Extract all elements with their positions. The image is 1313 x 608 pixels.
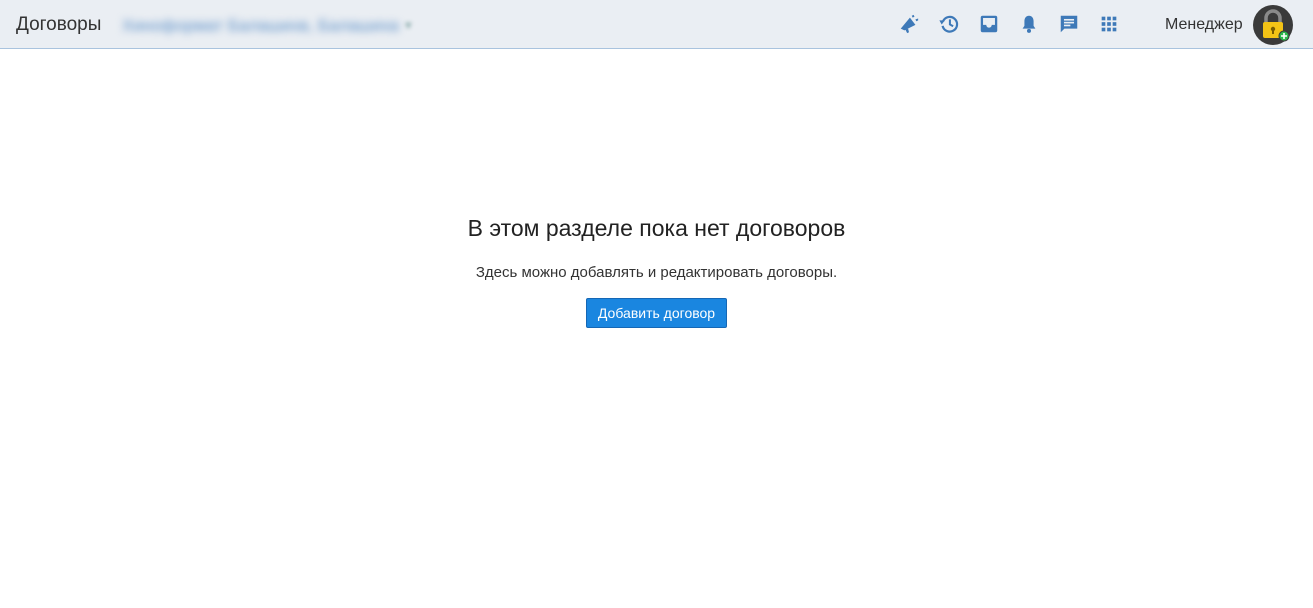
empty-state-description: Здесь можно добавлять и редактировать до…: [475, 264, 838, 281]
history-icon[interactable]: [935, 10, 963, 38]
avatar[interactable]: [1253, 5, 1293, 45]
org-name: Хиноформат Балашихв, Балашиха: [122, 16, 399, 35]
megaphone-icon[interactable]: [895, 10, 923, 38]
add-contract-button[interactable]: Добавить договор: [585, 298, 728, 328]
empty-state: В этом разделе пока нет договоров Здесь …: [0, 210, 1313, 328]
org-selector[interactable]: Хиноформат Балашихв, Балашиха ▼: [122, 15, 414, 37]
header-icons: [895, 10, 1135, 38]
user-role-label: Менеджер: [1165, 16, 1243, 33]
page-title: Договоры: [16, 14, 102, 35]
top-bar: Договоры Хиноформат Балашихв, Балашиха ▼…: [0, 0, 1313, 49]
empty-state-title: В этом разделе пока нет договоров: [467, 215, 846, 241]
bell-icon[interactable]: [1015, 10, 1043, 38]
lock-icon: [1263, 9, 1290, 42]
chat-icon[interactable]: [1055, 10, 1083, 38]
apps-grid-icon[interactable]: [1095, 10, 1123, 38]
chevron-down-icon: ▼: [402, 20, 414, 32]
inbox-icon[interactable]: [975, 10, 1003, 38]
